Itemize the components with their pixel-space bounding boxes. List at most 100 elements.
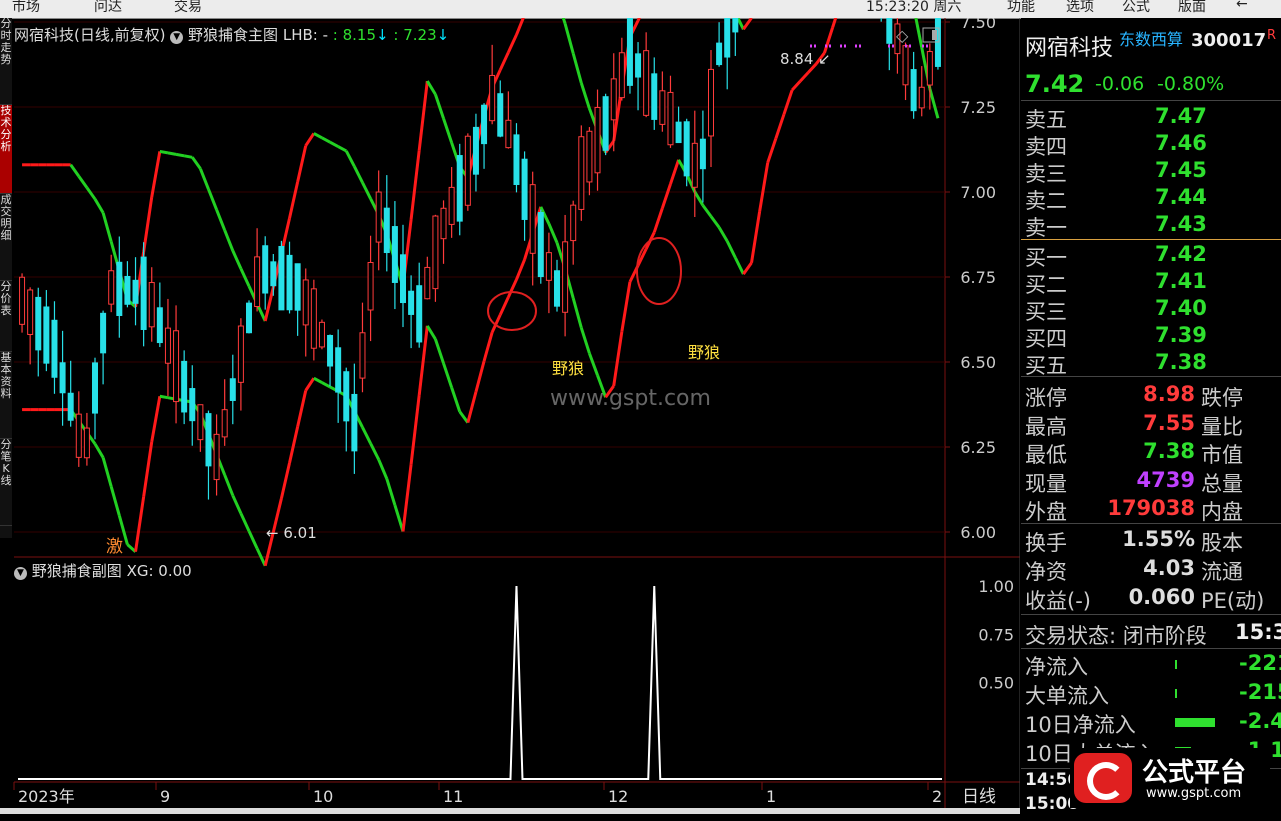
candle-body xyxy=(618,52,625,99)
band-segment xyxy=(231,494,243,515)
highlight-circle xyxy=(487,291,537,331)
band-segment xyxy=(150,151,162,198)
band-segment xyxy=(652,207,664,233)
band-segment xyxy=(433,338,445,364)
candle-body xyxy=(83,427,90,459)
band-segment xyxy=(547,223,559,244)
stat-label: 涨停 xyxy=(1025,386,1067,410)
candle-body xyxy=(545,252,552,281)
band-segment xyxy=(709,215,721,229)
candle-body xyxy=(554,270,560,307)
candle-body xyxy=(310,288,317,349)
bottom-tab-bar[interactable] xyxy=(0,808,1020,814)
band-segment xyxy=(321,136,331,144)
book-divider xyxy=(1021,239,1281,240)
band-segment xyxy=(69,163,81,178)
candle-body xyxy=(124,275,131,305)
back-arrow-icon[interactable]: ← xyxy=(1236,0,1248,12)
candle-body xyxy=(716,42,723,66)
band-segment xyxy=(742,261,753,275)
stat-row: 外盘 179038 内盘 xyxy=(1025,496,1243,524)
bid-label: 买五 xyxy=(1025,354,1067,378)
sub-y-tick-label: 0.50 xyxy=(978,674,1014,693)
stat-label: 最高 xyxy=(1025,414,1067,439)
candle-body xyxy=(35,296,42,351)
menu-trade[interactable]: 交易 xyxy=(174,0,202,16)
candle-body xyxy=(489,74,496,122)
bid-label: 买三 xyxy=(1025,300,1067,324)
band-segment xyxy=(669,159,681,185)
candle-body xyxy=(100,312,107,354)
band-segment xyxy=(417,80,429,151)
band-segment xyxy=(191,156,202,170)
band-segment xyxy=(313,132,323,140)
signal-label: 野狼 xyxy=(688,343,720,362)
stat-label-2: 市值 xyxy=(1201,443,1243,467)
band-segment xyxy=(85,186,97,200)
diamond-icon[interactable]: ◇ xyxy=(896,26,909,45)
bid-row: 买一 7.42 xyxy=(1025,242,1207,270)
stat-row: 最高 7.55 量比 xyxy=(1025,411,1243,439)
band-segment xyxy=(660,183,672,209)
candle-body xyxy=(327,334,334,367)
watermark-text: www.gspt.com xyxy=(550,386,711,411)
candle-body xyxy=(108,270,115,305)
band-segment xyxy=(733,256,745,275)
candlestick-chart[interactable]: 8.508.258.007.757.507.257.006.756.506.25… xyxy=(0,18,1020,808)
logo-url: www.gspt.com xyxy=(1146,786,1242,801)
divider xyxy=(1021,648,1281,649)
bid-label: 买一 xyxy=(1025,246,1067,270)
y-tick-label: 7.25 xyxy=(960,98,996,117)
candle-body xyxy=(359,332,366,379)
candle-body xyxy=(464,135,471,206)
band-segment xyxy=(247,530,259,550)
ask-row: 卖五 7.47 xyxy=(1025,104,1207,132)
menu-layout[interactable]: 版面 xyxy=(1178,0,1206,16)
flow-bar xyxy=(1175,660,1177,669)
candle-body xyxy=(926,51,933,86)
chevron-down-icon[interactable]: ▼ xyxy=(14,567,27,580)
candle-body xyxy=(886,18,893,44)
ask-row: 卖二 7.44 xyxy=(1025,185,1207,213)
menu-function[interactable]: 功能 xyxy=(1007,0,1035,16)
band-segment xyxy=(458,410,470,424)
band-segment xyxy=(466,391,478,424)
menu-options[interactable]: 选项 xyxy=(1066,0,1094,16)
ask-row: 卖四 7.46 xyxy=(1025,131,1207,159)
band-segment xyxy=(101,457,113,487)
sub-chart-header: ▼ 野狼捕食副图 XG: 0.00 xyxy=(14,560,192,581)
candle-body xyxy=(59,362,66,394)
menu-wenda[interactable]: 问达 xyxy=(94,0,122,16)
band-segment xyxy=(693,191,705,207)
menu-market[interactable]: 市场 xyxy=(12,0,40,16)
stat-label-2: 跌停 xyxy=(1201,386,1243,410)
band-segment xyxy=(474,360,486,393)
candle-body xyxy=(902,45,909,86)
sub-indicator-name[interactable]: 野狼捕食副图 xyxy=(32,562,122,580)
stat-row: 涨停 8.98 跌停 xyxy=(1025,382,1243,410)
bid-price: 7.38 xyxy=(1155,350,1207,374)
candle-body xyxy=(505,119,512,149)
stat-label: 现量 xyxy=(1025,471,1067,496)
candle-body xyxy=(481,104,488,145)
band-segment xyxy=(758,162,770,212)
band-segment xyxy=(571,297,583,329)
signal-line xyxy=(18,585,942,780)
quote-panel: 网宿科技 东数西算 300017 R 7.42 -0.06 -0.80% 卖五 7… xyxy=(1021,18,1281,814)
candle-body xyxy=(602,96,609,151)
candle-body xyxy=(586,130,593,183)
logo-mark-icon xyxy=(1074,753,1132,803)
flow-row: 10日净流入 -2.4 xyxy=(1025,709,1281,737)
band-segment xyxy=(701,204,713,218)
stat-label: 换手 xyxy=(1025,531,1067,555)
window-icon-fill xyxy=(932,30,937,40)
candle-body xyxy=(416,285,423,343)
ask-price: 7.47 xyxy=(1155,104,1207,128)
band-segment xyxy=(142,196,154,253)
menu-formula[interactable]: 公式 xyxy=(1122,0,1150,16)
band-segment xyxy=(321,381,331,389)
concept-tag[interactable]: 东数西算 xyxy=(1119,26,1183,53)
candle-body xyxy=(440,207,447,240)
candle-body xyxy=(724,18,731,58)
band-segment xyxy=(442,118,454,144)
